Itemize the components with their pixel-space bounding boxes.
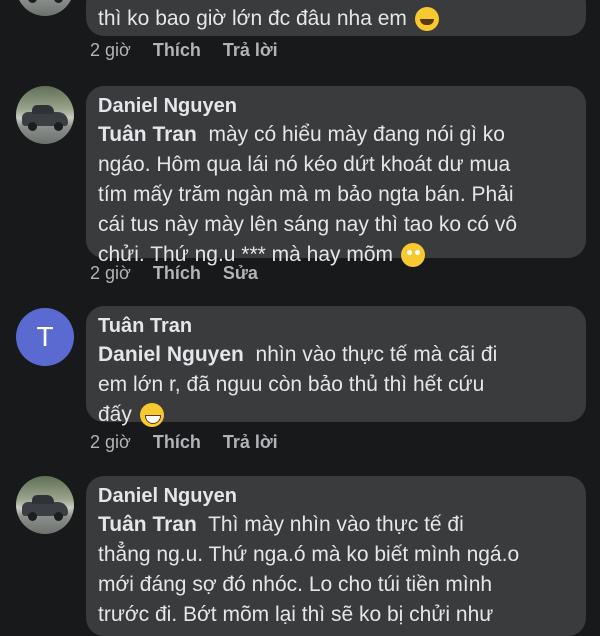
comment-text-line: tím mấy trăm ngàn mà m bảo ngta bán. Phả… [98, 183, 514, 206]
comment-actions: 2 giờ Thích Sửa [90, 263, 258, 284]
comment-author[interactable]: Daniel Nguyen [98, 482, 574, 510]
comment-text-line: đấy [98, 403, 132, 426]
comment-bubble: Daniel Nguyen Tuân Tran Thì mày nhìn vào… [86, 476, 586, 636]
comment-bubble: Daniel Nguyen Tuân Tran mày có hiểu mày … [86, 86, 586, 268]
avatar[interactable] [16, 476, 74, 534]
comment-text-line: em lớn r, đã nguu còn bảo thủ thì hết cứ… [98, 373, 485, 396]
face-with-rolling-eyes-icon [400, 243, 425, 268]
comment-text: Tuân Tran Thì mày nhìn vào thực tế đi th… [98, 510, 574, 630]
avatar[interactable] [16, 86, 74, 144]
comment-bubble: Tuân Tran Daniel Nguyen nhìn vào thực tế… [86, 306, 586, 428]
comment-text-line: trước đi. Bớt mõm lại thì sẽ ko bị chửi … [98, 603, 494, 626]
comment-text-line: mày có hiểu mày đang nói gì ko [208, 123, 505, 146]
comment-text-line: thì ko bao giờ lớn đc đâu nha em [98, 7, 407, 30]
comment-text: Daniel Nguyen nhìn vào thực tế mà cãi đi… [98, 340, 574, 430]
timestamp[interactable]: 2 giờ [90, 432, 131, 453]
comment-author[interactable]: Tuân Tran [98, 312, 574, 340]
mention-link[interactable]: Tuân Tran [98, 513, 197, 536]
reply-button[interactable]: Trả lời [223, 432, 278, 453]
timestamp[interactable]: 2 giờ [90, 263, 131, 284]
timestamp[interactable]: 2 giờ [90, 40, 131, 61]
comment-text-line: mới đáng sợ đó nhóc. Lo cho túi tiền mìn… [98, 573, 493, 596]
edit-button[interactable]: Sửa [223, 263, 258, 284]
like-button[interactable]: Thích [153, 40, 201, 61]
comment-text-line: Thì mày nhìn vào thực tế đi [208, 513, 464, 536]
comment-text: Tuân Tran mày có hiểu mày đang nói gì ko… [98, 120, 574, 270]
comment-bubble: thì ko bao giờ lớn đc đâu nha em [86, 0, 586, 36]
comment-text-line: ngáo. Hôm qua lái nó kéo dứt khoát dư mu… [98, 153, 511, 176]
comment-author[interactable]: Daniel Nguyen [98, 92, 574, 120]
mention-link[interactable]: Tuân Tran [98, 123, 197, 146]
comment-actions: 2 giờ Thích Trả lời [90, 40, 278, 61]
comment-text-line: nhìn vào thực tế mà cãi đi [255, 343, 498, 366]
comment-text: thì ko bao giờ lớn đc đâu nha em [98, 4, 574, 34]
comment-text-line: cái tus này mày lên sáng nay thì tao ko … [98, 213, 518, 236]
comment-actions: 2 giờ Thích Trả lời [90, 432, 278, 453]
avatar-letter: T [36, 321, 54, 352]
like-button[interactable]: Thích [153, 263, 201, 284]
avatar[interactable]: T [16, 308, 74, 366]
rolling-on-floor-laughing-icon [414, 7, 439, 32]
comment-text-line: thẳng ng.u. Thứ nga.ó mà ko biết mình ng… [98, 543, 520, 566]
avatar[interactable] [16, 0, 74, 16]
mention-link[interactable]: Daniel Nguyen [98, 343, 244, 366]
reply-button[interactable]: Trả lời [223, 40, 278, 61]
grinning-face-icon [139, 403, 164, 428]
like-button[interactable]: Thích [153, 432, 201, 453]
